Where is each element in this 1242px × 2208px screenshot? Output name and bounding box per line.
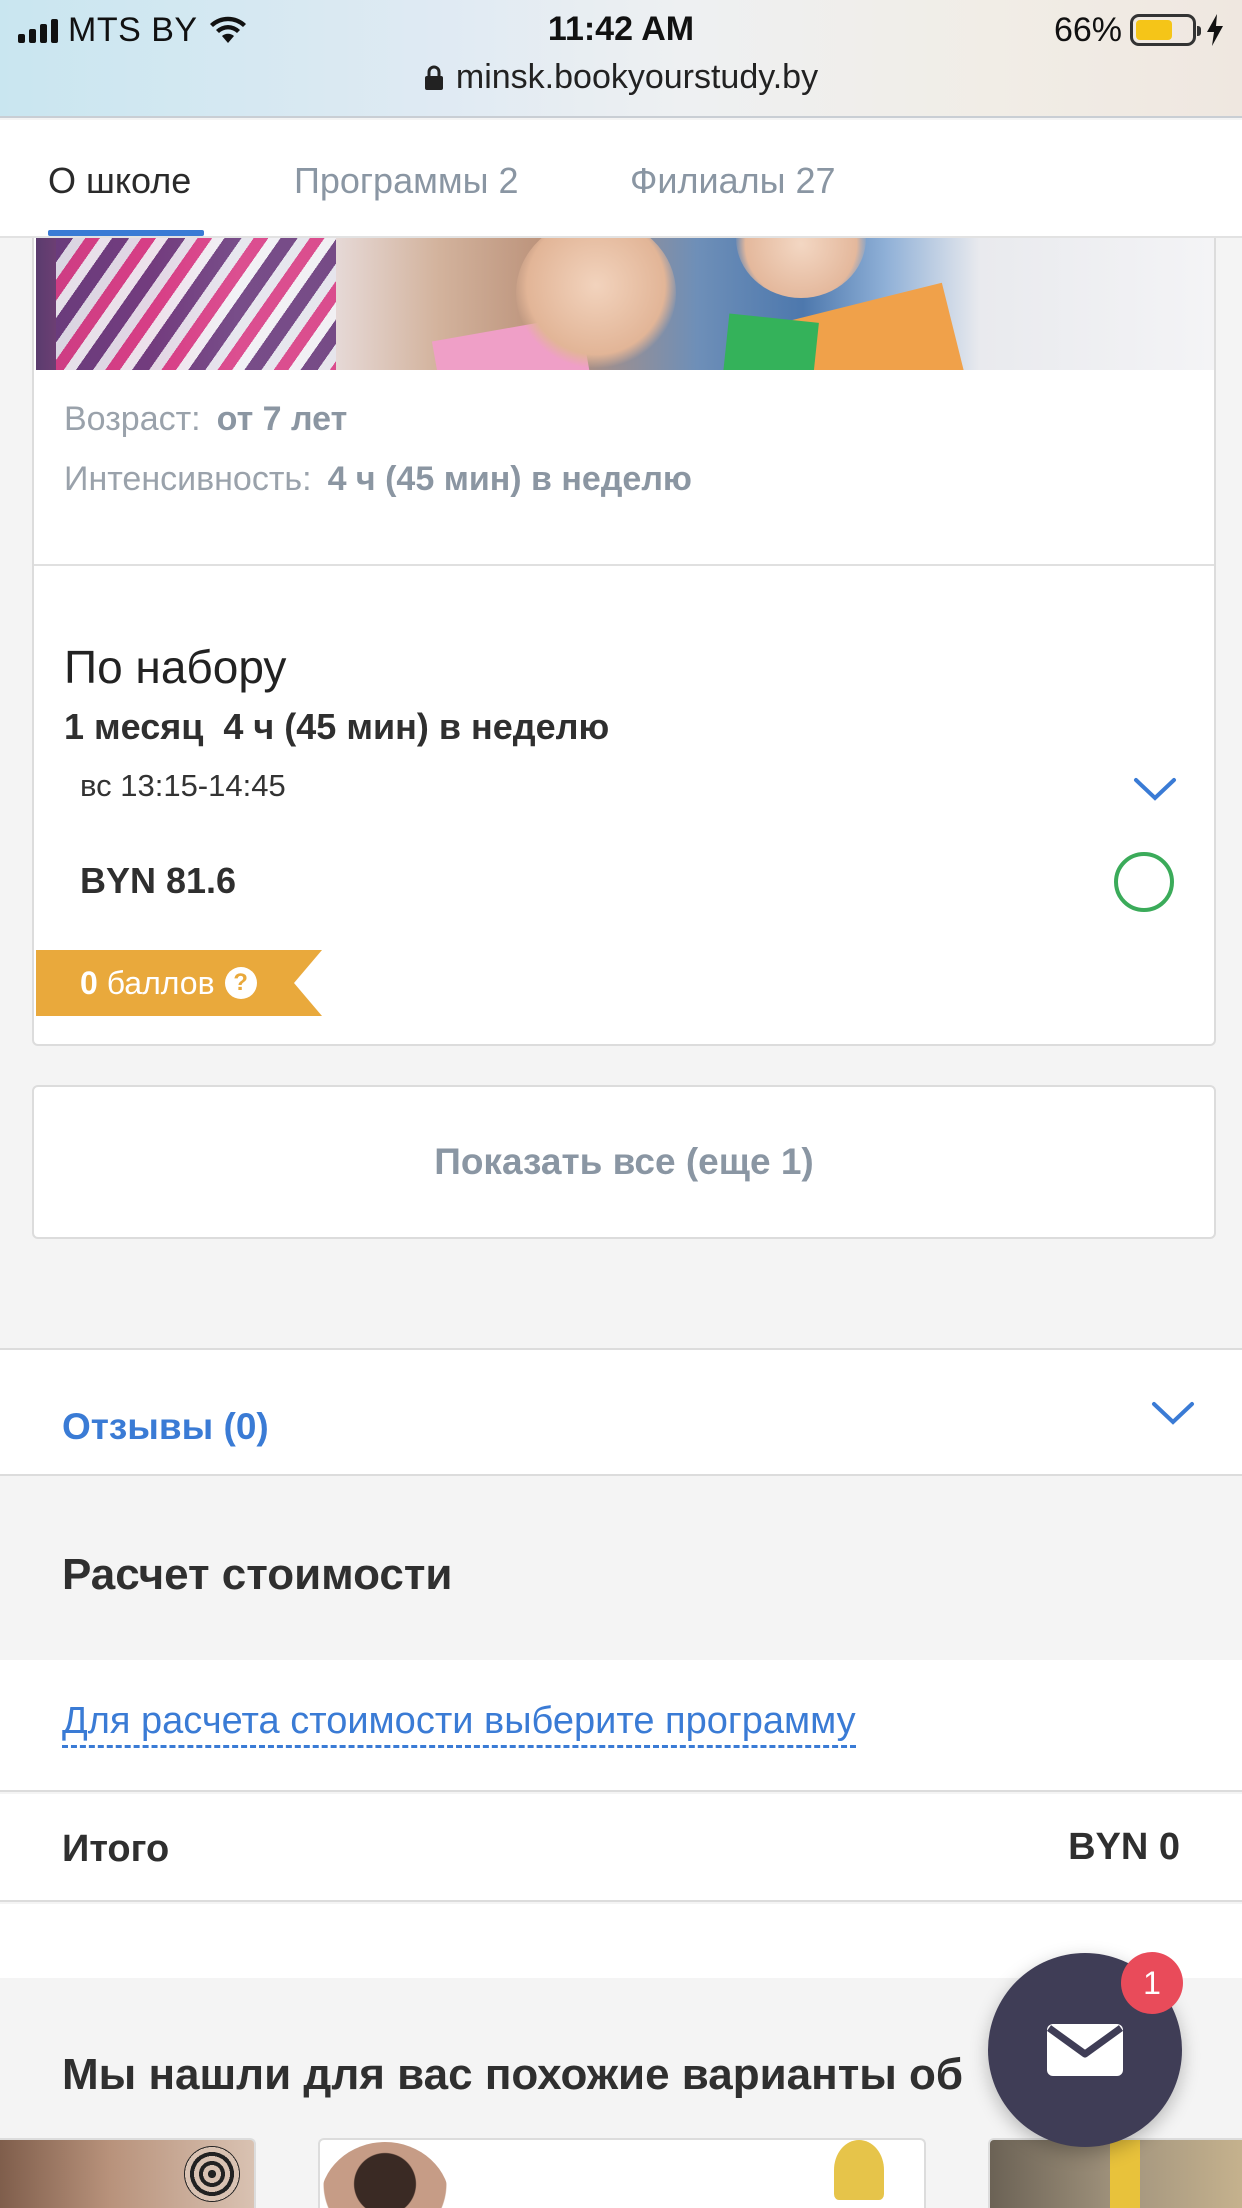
total-label: Итого [62, 1828, 170, 1870]
active-tab-indicator [48, 230, 204, 236]
battery-percent: 66% [1053, 10, 1122, 49]
similar-card-thumbnail[interactable] [318, 2138, 926, 2208]
cost-calc-box: Для расчета стоимости выберите программу [0, 1660, 1242, 1792]
intensity-label: Интенсивность: [64, 460, 312, 498]
address-bar[interactable]: minsk.bookyourstudy.by [0, 58, 1242, 97]
lock-icon [424, 65, 443, 90]
intensity-value: 4 ч (45 мин) в неделю [327, 460, 692, 498]
battery-icon [1130, 14, 1201, 46]
cost-calc-title: Расчет стоимости [62, 1550, 453, 1599]
help-icon[interactable]: ? [224, 967, 257, 999]
offer-title: По набору [64, 641, 287, 693]
reviews-section[interactable]: Отзывы (0) [0, 1348, 1242, 1476]
offer-duration: 1 месяц [64, 706, 204, 747]
show-all-button[interactable]: Показать все (еще 1) [32, 1085, 1216, 1239]
offer-select-radio[interactable] [1114, 852, 1174, 912]
mail-icon [1046, 2024, 1124, 2076]
total-value: BYN 0 [1068, 1826, 1180, 1868]
total-row: Итого BYN 0 [0, 1794, 1242, 1902]
points-ribbon: 0 баллов ? [36, 950, 322, 1016]
browser-status-bar: MTS BY 11:42 AM 66% minsk.bookyourstudy.… [0, 0, 1242, 118]
url-text[interactable]: minsk.bookyourstudy.by [456, 58, 818, 97]
similar-card-thumbnail[interactable] [0, 2138, 256, 2208]
charging-bolt-icon [1207, 14, 1223, 46]
program-photo [36, 238, 1214, 370]
age-label: Возраст: [64, 400, 201, 438]
school-tabs: О школе Программы 2 Филиалы 27 [0, 120, 1242, 238]
points-text: 0 баллов [80, 965, 215, 1002]
battery-fill [1136, 20, 1172, 40]
tab-branches[interactable]: Филиалы 27 [630, 160, 836, 202]
intensity-row: Интенсивность: 4 ч (45 мин) в неделю [64, 460, 692, 499]
offer-price: BYN 81.6 [80, 860, 237, 901]
tab-about-school[interactable]: О школе [48, 160, 191, 202]
similar-options-title: Мы нашли для вас похожие варианты об [62, 2050, 964, 2099]
battery-group: 66% [1054, 10, 1226, 50]
card-divider [34, 564, 1214, 566]
age-value: от 7 лет [216, 400, 348, 438]
chevron-down-icon[interactable] [1132, 774, 1178, 804]
points-unit: баллов [106, 964, 215, 1001]
chevron-down-icon[interactable] [1150, 1398, 1196, 1428]
age-row: Возраст: от 7 лет [64, 400, 347, 439]
offer-intensity: 4 ч (45 мин) в неделю [223, 706, 610, 747]
similar-card-thumbnail[interactable] [988, 2138, 1242, 2208]
tab-programs[interactable]: Программы 2 [294, 160, 519, 202]
offer-schedule: вс 13:15-14:45 [80, 768, 286, 803]
chat-notification-badge: 1 [1121, 1952, 1183, 2014]
program-card: Возраст: от 7 лет Интенсивность: 4 ч (45 м… [32, 238, 1216, 1046]
points-value: 0 [80, 964, 98, 1001]
offer-subtitle: 1 месяц 4 ч (45 мин) в неделю [64, 706, 609, 748]
reviews-toggle[interactable]: Отзывы (0) [62, 1406, 269, 1448]
select-program-link[interactable]: Для расчета стоимости выберите программу [62, 1700, 856, 1748]
